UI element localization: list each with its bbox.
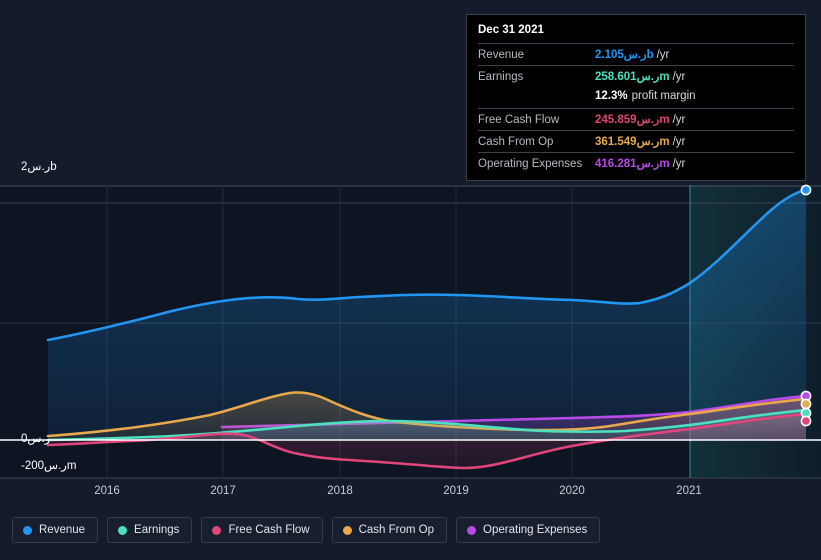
x-axis-tick-2017: 2017 <box>210 485 236 497</box>
tooltip-row-label: Revenue <box>478 49 525 61</box>
tooltip-row-value: 2.105ر.سb <box>595 49 654 61</box>
tooltip-row: Revenue 2.105ر.سb/yr <box>478 43 794 65</box>
y-axis-label-negative: -200ر.سm <box>21 460 77 472</box>
x-axis-tick-2019: 2019 <box>443 485 469 497</box>
revenue-end-marker[interactable] <box>800 184 812 196</box>
legend-item-operating-expenses[interactable]: Operating Expenses <box>456 517 601 543</box>
tooltip-row-label: Free Cash Flow <box>478 114 560 126</box>
legend-color-dot-icon <box>23 525 32 535</box>
tooltip-row-label: Cash From Op <box>478 136 554 148</box>
legend-item-label: Free Cash Flow <box>228 524 310 536</box>
legend-item-label: Earnings <box>134 524 180 536</box>
legend-color-dot-icon <box>118 525 128 535</box>
tooltip-row-value: 12.3% <box>595 90 628 102</box>
tooltip-row-suffix: /yr <box>656 49 670 61</box>
tooltip-row: Earnings 258.601ر.سm/yr <box>478 65 794 87</box>
tooltip-row: Cash From Op 361.549ر.سm/yr <box>478 130 794 152</box>
legend-color-dot-icon <box>342 525 352 535</box>
tooltip-row-value: 245.859ر.سm <box>595 114 670 126</box>
legend-item-cash-from-op[interactable]: Cash From Op <box>331 517 448 543</box>
legend-item-free-cash-flow[interactable]: Free Cash Flow <box>201 517 323 543</box>
tooltip-row-label: Earnings <box>478 71 524 83</box>
tooltip-row-value-wrap: 2.105ر.سb/yr <box>595 47 669 61</box>
tooltip-row-suffix: /yr <box>672 114 686 126</box>
tooltip-row-suffix: /yr <box>672 136 686 148</box>
x-axis-tick-2020: 2020 <box>559 485 585 497</box>
tooltip-row: Operating Expenses 416.281ر.سm/yr <box>478 152 794 174</box>
x-axis-tick-2021: 2021 <box>676 485 702 497</box>
tooltip-row-value-wrap: 361.549ر.سm/yr <box>595 134 685 148</box>
tooltip-row: 12.3% profit margin <box>478 87 794 108</box>
tooltip-row-value: 258.601ر.سm <box>595 71 670 83</box>
tooltip-row-label: Operating Expenses <box>478 158 583 170</box>
tooltip-row-note: profit margin <box>631 90 696 102</box>
tooltip-row-value: 416.281ر.سm <box>595 158 670 170</box>
chart-legend[interactable]: Revenue Earnings Free Cash Flow Cash From O… <box>12 517 601 543</box>
legend-item-label: Cash From Op <box>358 524 435 536</box>
tooltip-row-suffix: /yr <box>672 158 686 170</box>
legend-item-label: Revenue <box>39 524 86 536</box>
tooltip-row-value-wrap: 245.859ر.سm/yr <box>595 112 685 126</box>
legend-color-dot-icon <box>467 525 477 535</box>
tooltip-row-value-wrap: 416.281ر.سm/yr <box>595 156 685 170</box>
tooltip-rows: Revenue 2.105ر.سb/yr Earnings 258.601ر.سm/y… <box>478 43 794 174</box>
y-axis-label-zero: 0ر.س <box>21 433 51 445</box>
legend-color-dot-icon <box>212 525 222 535</box>
cash-from-op-end-marker[interactable] <box>800 398 812 410</box>
tooltip-row-value-wrap: 258.601ر.سm/yr <box>595 69 685 83</box>
y-axis-label-top: 2ر.سb <box>21 161 57 173</box>
tooltip-row-suffix: /yr <box>672 71 686 83</box>
x-axis-tick-2018: 2018 <box>327 485 353 497</box>
free-cash-flow-end-marker[interactable] <box>800 415 812 427</box>
tooltip-row-value-wrap: 12.3% profit margin <box>595 90 696 102</box>
tooltip-date: Dec 31 2021 <box>478 24 544 36</box>
x-axis-tick-2016: 2016 <box>94 485 120 497</box>
tooltip-row-value: 361.549ر.سm <box>595 136 670 148</box>
legend-item-earnings[interactable]: Earnings <box>107 517 193 543</box>
chart-tooltip: Dec 31 2021 Revenue 2.105ر.سb/yr Earnings 2… <box>466 14 806 181</box>
legend-item-label: Operating Expenses <box>483 524 588 536</box>
legend-item-revenue[interactable]: Revenue <box>12 517 99 543</box>
tooltip-row: Free Cash Flow 245.859ر.سm/yr <box>478 108 794 130</box>
